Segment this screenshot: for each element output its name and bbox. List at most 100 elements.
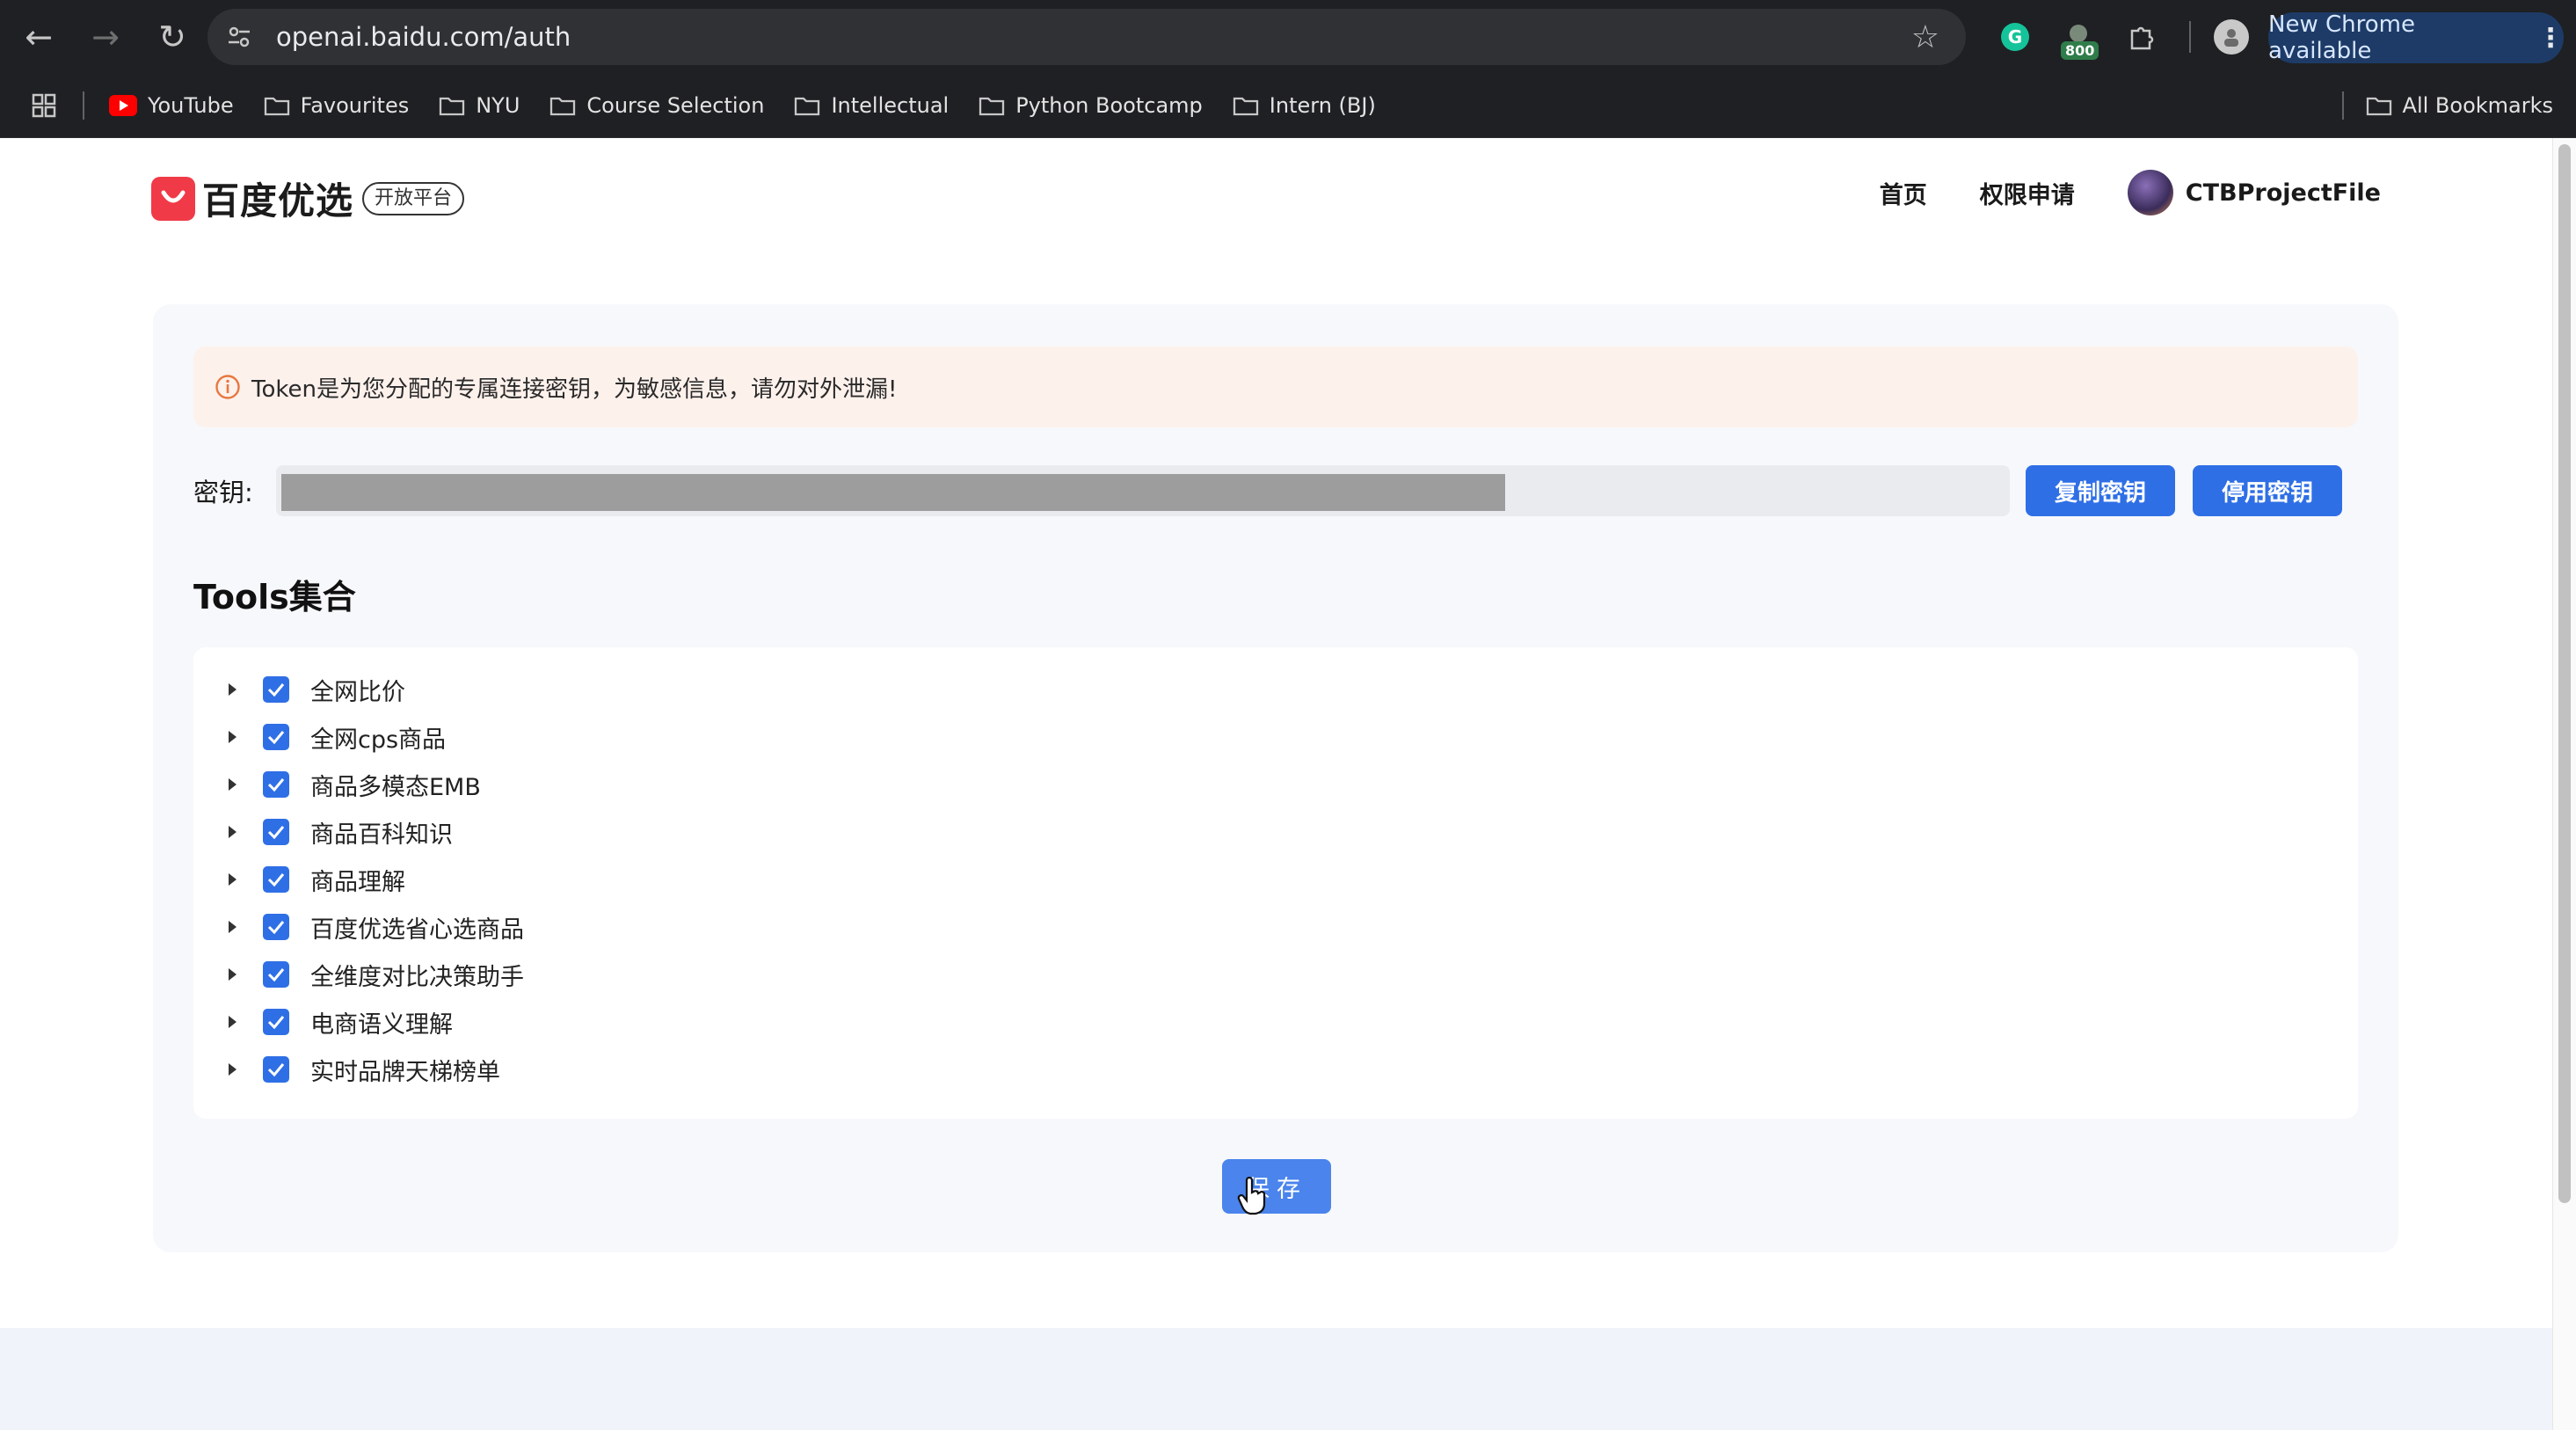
profile-avatar[interactable]	[2203, 9, 2259, 65]
tree-node[interactable]: 实时品牌天梯榜单	[223, 1052, 500, 1087]
youtube-icon	[109, 95, 137, 116]
address-bar[interactable]: openai.baidu.com/auth ☆	[207, 9, 1966, 65]
folder-icon	[1233, 95, 1259, 116]
tool-label: 电商语义理解	[310, 1010, 453, 1039]
checkbox-checked[interactable]	[263, 724, 289, 750]
user-name[interactable]: CTBProjectFile	[2186, 179, 2381, 207]
bookmark-python-bootcamp[interactable]: Python Bootcamp	[979, 93, 1203, 118]
expand-caret-icon[interactable]	[229, 683, 236, 696]
update-label: New Chrome available	[2268, 11, 2415, 64]
page-footer	[0, 1328, 2553, 1430]
expand-caret-icon[interactable]	[229, 826, 236, 838]
bookmark-label: Intellectual	[831, 93, 950, 118]
bookmark-intern-bj[interactable]: Intern (BJ)	[1233, 93, 1376, 118]
logo-tag: 开放平台	[362, 181, 465, 215]
expand-caret-icon[interactable]	[229, 778, 236, 791]
forward-icon[interactable]: →	[77, 9, 134, 65]
bookmark-star-icon[interactable]: ☆	[1911, 19, 1939, 55]
checkbox-checked[interactable]	[263, 771, 289, 798]
tree-node[interactable]: 商品百科知识	[223, 814, 453, 850]
tree-node[interactable]: 电商语义理解	[223, 1004, 453, 1040]
expand-caret-icon[interactable]	[229, 968, 236, 981]
expand-caret-icon[interactable]	[229, 1063, 236, 1076]
token-warning-alert: Token是为您分配的专属连接密钥，为敏感信息，请勿对外泄漏!	[193, 347, 2358, 427]
bookmark-label: Python Bootcamp	[1015, 93, 1203, 118]
bookmark-course-selection[interactable]: Course Selection	[549, 93, 764, 118]
tree-node[interactable]: 全维度对比决策助手	[223, 957, 524, 992]
bookmark-nyu[interactable]: NYU	[439, 93, 520, 118]
checkbox-checked[interactable]	[263, 1009, 289, 1035]
apps-grid-icon[interactable]	[32, 93, 56, 118]
bookmark-label: NYU	[476, 93, 520, 118]
bookmarks-divider	[83, 91, 84, 120]
checkbox-checked[interactable]	[263, 866, 289, 893]
checkbox-checked[interactable]	[263, 961, 289, 988]
expand-caret-icon[interactable]	[229, 731, 236, 743]
user-avatar[interactable]	[2127, 170, 2173, 215]
bookmark-youtube[interactable]: YouTube	[109, 93, 234, 118]
svg-text:G: G	[2008, 26, 2022, 47]
all-bookmarks[interactable]: All Bookmarks	[2366, 74, 2553, 137]
tool-label: 全网比价	[310, 678, 405, 706]
folder-icon	[2366, 95, 2392, 116]
expand-caret-icon[interactable]	[229, 921, 236, 933]
checkbox-checked[interactable]	[263, 1056, 289, 1083]
top-nav: 首页 权限申请 CTBProjectFile	[1880, 170, 2381, 215]
nav-home[interactable]: 首页	[1880, 176, 1927, 210]
extension-badge-icon[interactable]: 800	[2050, 9, 2107, 65]
more-menu-icon[interactable]: ⋮	[2537, 23, 2564, 54]
checkbox-checked[interactable]	[263, 676, 289, 703]
tool-label: 商品多模态EMB	[310, 773, 481, 801]
bookmark-label: Intern (BJ)	[1269, 93, 1376, 118]
tool-label: 商品理解	[310, 868, 405, 896]
back-icon[interactable]: ←	[11, 9, 67, 65]
key-label: 密钥:	[193, 478, 253, 507]
bookmark-intellectual[interactable]: Intellectual	[794, 93, 949, 118]
bookmark-favourites[interactable]: Favourites	[264, 93, 410, 118]
info-icon	[215, 374, 241, 400]
folder-icon	[979, 95, 1005, 116]
tool-label: 全维度对比决策助手	[310, 963, 524, 991]
bookmark-label: Favourites	[300, 93, 410, 118]
copy-key-button[interactable]: 复制密钥	[2026, 465, 2175, 516]
key-row: 密钥: 复制密钥 停用密钥	[193, 463, 2358, 519]
url-text[interactable]: openai.baidu.com/auth	[276, 22, 571, 52]
tree-node[interactable]: 商品理解	[223, 862, 405, 897]
reload-icon[interactable]: ↻	[144, 9, 200, 65]
expand-caret-icon[interactable]	[229, 873, 236, 886]
disable-key-button[interactable]: 停用密钥	[2193, 465, 2342, 516]
folder-icon	[549, 95, 576, 116]
tree-node[interactable]: 百度优选省心选商品	[223, 909, 524, 945]
expand-caret-icon[interactable]	[229, 1016, 236, 1028]
scrollbar-thumb[interactable]	[2558, 144, 2571, 1203]
tree-node[interactable]: 全网cps商品	[223, 719, 446, 755]
new-chrome-button[interactable]: New Chrome available ⋮	[2268, 11, 2564, 64]
grammarly-icon[interactable]: G	[1987, 9, 2043, 65]
key-value-mask	[281, 474, 1505, 511]
tool-label: 全网cps商品	[310, 726, 447, 754]
extensions-area: G 800	[1987, 9, 2267, 65]
tool-label: 百度优选省心选商品	[310, 916, 524, 944]
toolbar-divider	[2189, 21, 2191, 53]
bookmarks-bar: YouTube Favourites NYU Course Selection …	[0, 74, 2576, 138]
key-field[interactable]	[276, 465, 2010, 516]
puzzle-extensions-icon[interactable]	[2114, 9, 2170, 65]
tool-label: 实时品牌天梯榜单	[310, 1058, 500, 1086]
hand-cursor-icon	[1237, 1177, 1266, 1215]
extension-badge-count: 800	[2061, 41, 2099, 60]
checkbox-checked[interactable]	[263, 819, 289, 845]
tree-node[interactable]: 商品多模态EMB	[223, 767, 481, 802]
bookmark-label: YouTube	[148, 93, 234, 118]
bookmarks-divider	[2342, 91, 2344, 120]
tool-label: 商品百科知识	[310, 821, 453, 849]
site-header: 百度优选 开放平台 首页 权限申请 CTBProjectFile	[0, 138, 2553, 252]
logo-text: 百度优选	[202, 179, 354, 223]
folder-icon	[264, 95, 290, 116]
tree-node[interactable]: 全网比价	[223, 672, 405, 707]
site-logo[interactable]: 百度优选 开放平台	[151, 171, 465, 225]
brand-logo-icon	[151, 176, 195, 221]
checkbox-checked[interactable]	[263, 914, 289, 940]
tools-tree: 全网比价 全网cps商品 商品多模态EMB 商品百科知识 商品理解 百度优选省心…	[193, 647, 2358, 1119]
nav-permission-apply[interactable]: 权限申请	[1980, 176, 2075, 210]
site-settings-icon[interactable]	[222, 19, 257, 55]
